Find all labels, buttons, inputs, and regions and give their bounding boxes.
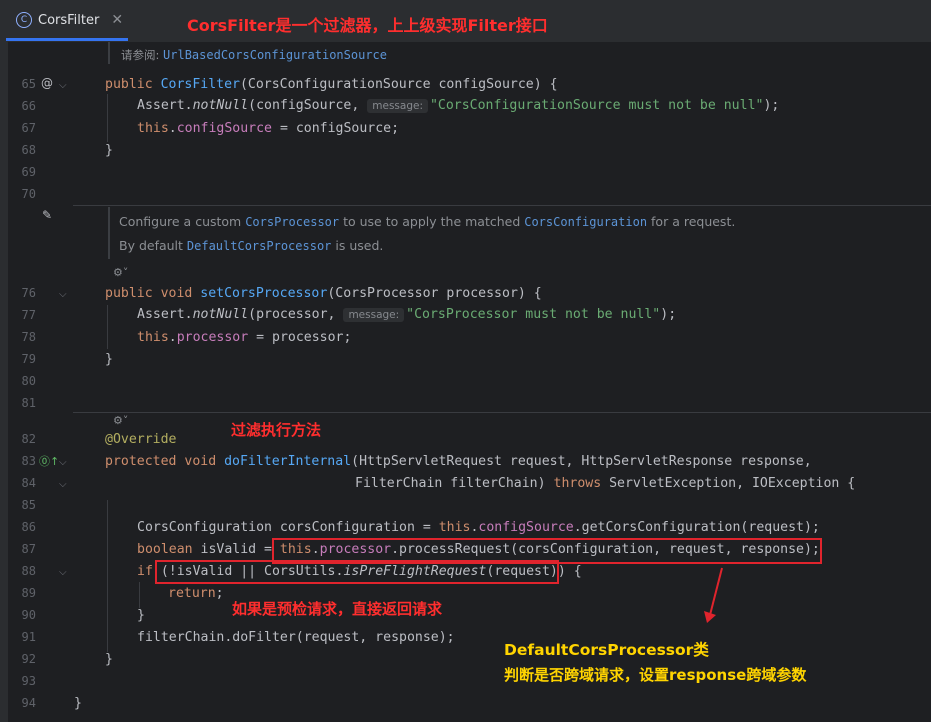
line-number: 93 — [21, 674, 36, 688]
line-number: 92 — [21, 652, 36, 666]
line-number: 91 — [21, 630, 36, 644]
fold-chevron-icon[interactable]: ⌵ — [59, 567, 67, 578]
code-line-68: } — [105, 143, 113, 158]
doc-link[interactable]: CorsConfiguration — [524, 215, 647, 229]
separator — [73, 412, 931, 413]
code-line-83: protected void doFilterInternal(HttpServ… — [105, 454, 812, 469]
javadoc-line: Configure a custom CorsProcessor to use … — [119, 214, 736, 229]
javadoc-line: By default DefaultCorsProcessor is used. — [119, 238, 384, 253]
code-line-91: filterChain.doFilter(request, response); — [137, 630, 455, 645]
fold-chevron-icon[interactable]: ⌵ — [59, 289, 67, 300]
annotation-preflight: 如果是预检请求，直接返回请求 — [232, 600, 443, 618]
line-number: 87 — [21, 542, 36, 556]
line-number: 85 — [21, 498, 36, 512]
code-editor[interactable] — [73, 42, 931, 722]
line-number: 81 — [21, 396, 36, 410]
code-line-90: } — [137, 608, 145, 623]
indent-guide — [139, 582, 140, 608]
line-number: 69 — [21, 165, 36, 179]
doc-link[interactable]: DefaultCorsProcessor — [187, 239, 332, 253]
line-number: 90 — [21, 608, 36, 622]
line-number: 68 — [21, 143, 36, 157]
tab-corsfilter[interactable]: C CorsFilter ✕ — [6, 0, 128, 40]
edit-doc-pencil-icon[interactable]: ✎ — [42, 208, 52, 222]
line-number: 88 — [21, 564, 36, 578]
fold-chevron-icon[interactable]: ⌵ — [59, 479, 67, 490]
tab-label: CorsFilter — [38, 12, 100, 28]
indent-guide — [107, 500, 108, 652]
line-number: 84 — [21, 476, 36, 490]
code-line-78: this.processor = processor; — [137, 330, 352, 345]
annotation-processor-title: DefaultCorsProcessor类 — [504, 641, 709, 659]
line-number: 65 — [21, 77, 36, 91]
fold-chevron-icon[interactable]: ⌵ — [59, 80, 67, 91]
fold-chevron-icon[interactable]: ⌵ — [59, 457, 67, 468]
indent-guide — [107, 94, 108, 142]
param-hint: message: — [367, 99, 428, 113]
line-number: 78 — [21, 330, 36, 344]
doc-link[interactable]: CorsProcessor — [245, 215, 339, 229]
line-number: 67 — [21, 121, 36, 135]
line-number: 66 — [21, 99, 36, 113]
param-hint: message: — [343, 308, 405, 322]
line-number: 80 — [21, 374, 36, 388]
ai-assist-icon[interactable]: ⚙˅ — [113, 414, 128, 427]
line-number: 77 — [21, 308, 36, 322]
code-line-86: CorsConfiguration corsConfiguration = th… — [137, 520, 820, 535]
annotation-title: CorsFilter是一个过滤器，上上级实现Filter接口 — [187, 16, 548, 35]
code-line-76: public void setCorsProcessor(CorsProcess… — [105, 286, 542, 301]
line-number: 82 — [21, 432, 36, 446]
code-line-84: FilterChain filterChain) throws ServletE… — [355, 476, 856, 491]
line-number: 79 — [21, 352, 36, 366]
doc-bar — [108, 207, 110, 259]
tool-strip — [0, 42, 8, 722]
code-line-66: Assert.notNull(configSource, message: "Co… — [137, 98, 780, 113]
code-line-89: return; — [168, 586, 224, 601]
doc-link[interactable]: UrlBasedCorsConfigurationSource — [163, 48, 387, 62]
active-tab-indicator — [6, 38, 128, 41]
code-line-82: @Override — [105, 432, 177, 447]
javadoc-see-also: 请参阅: UrlBasedCorsConfigurationSource — [121, 48, 387, 62]
line-number: 76 — [21, 286, 36, 300]
line-number: 94 — [21, 696, 36, 710]
annotation-filter-method: 过滤执行方法 — [231, 421, 322, 439]
code-line-67: this.configSource = configSource; — [137, 121, 400, 136]
doc-bar — [108, 42, 110, 64]
annotation-processor-desc: 判断是否跨域请求，设置response跨域参数 — [504, 666, 807, 684]
class-c-icon: C — [16, 12, 32, 28]
ai-assist-icon[interactable]: ⚙˅ — [113, 266, 128, 279]
code-line-94: } — [74, 696, 82, 711]
code-line-77: Assert.notNull(processor, message: "CorsP… — [137, 307, 677, 322]
code-line-79: } — [105, 352, 113, 367]
separator — [73, 205, 931, 206]
arrow-icon — [704, 567, 723, 623]
indent-guide — [107, 305, 108, 349]
close-icon[interactable]: ✕ — [111, 12, 123, 28]
autowired-at-icon[interactable]: @ — [41, 76, 53, 90]
override-method-icon[interactable]: ⓪↑ — [39, 453, 59, 469]
line-number: 86 — [21, 520, 36, 534]
code-line-65: public CorsFilter(CorsConfigurationSourc… — [105, 77, 558, 92]
line-number: 89 — [21, 586, 36, 600]
line-number: 83 — [21, 454, 36, 468]
code-line-92: } — [105, 652, 113, 667]
highlight-preflight-condition — [155, 560, 559, 584]
line-number: 70 — [21, 187, 36, 201]
